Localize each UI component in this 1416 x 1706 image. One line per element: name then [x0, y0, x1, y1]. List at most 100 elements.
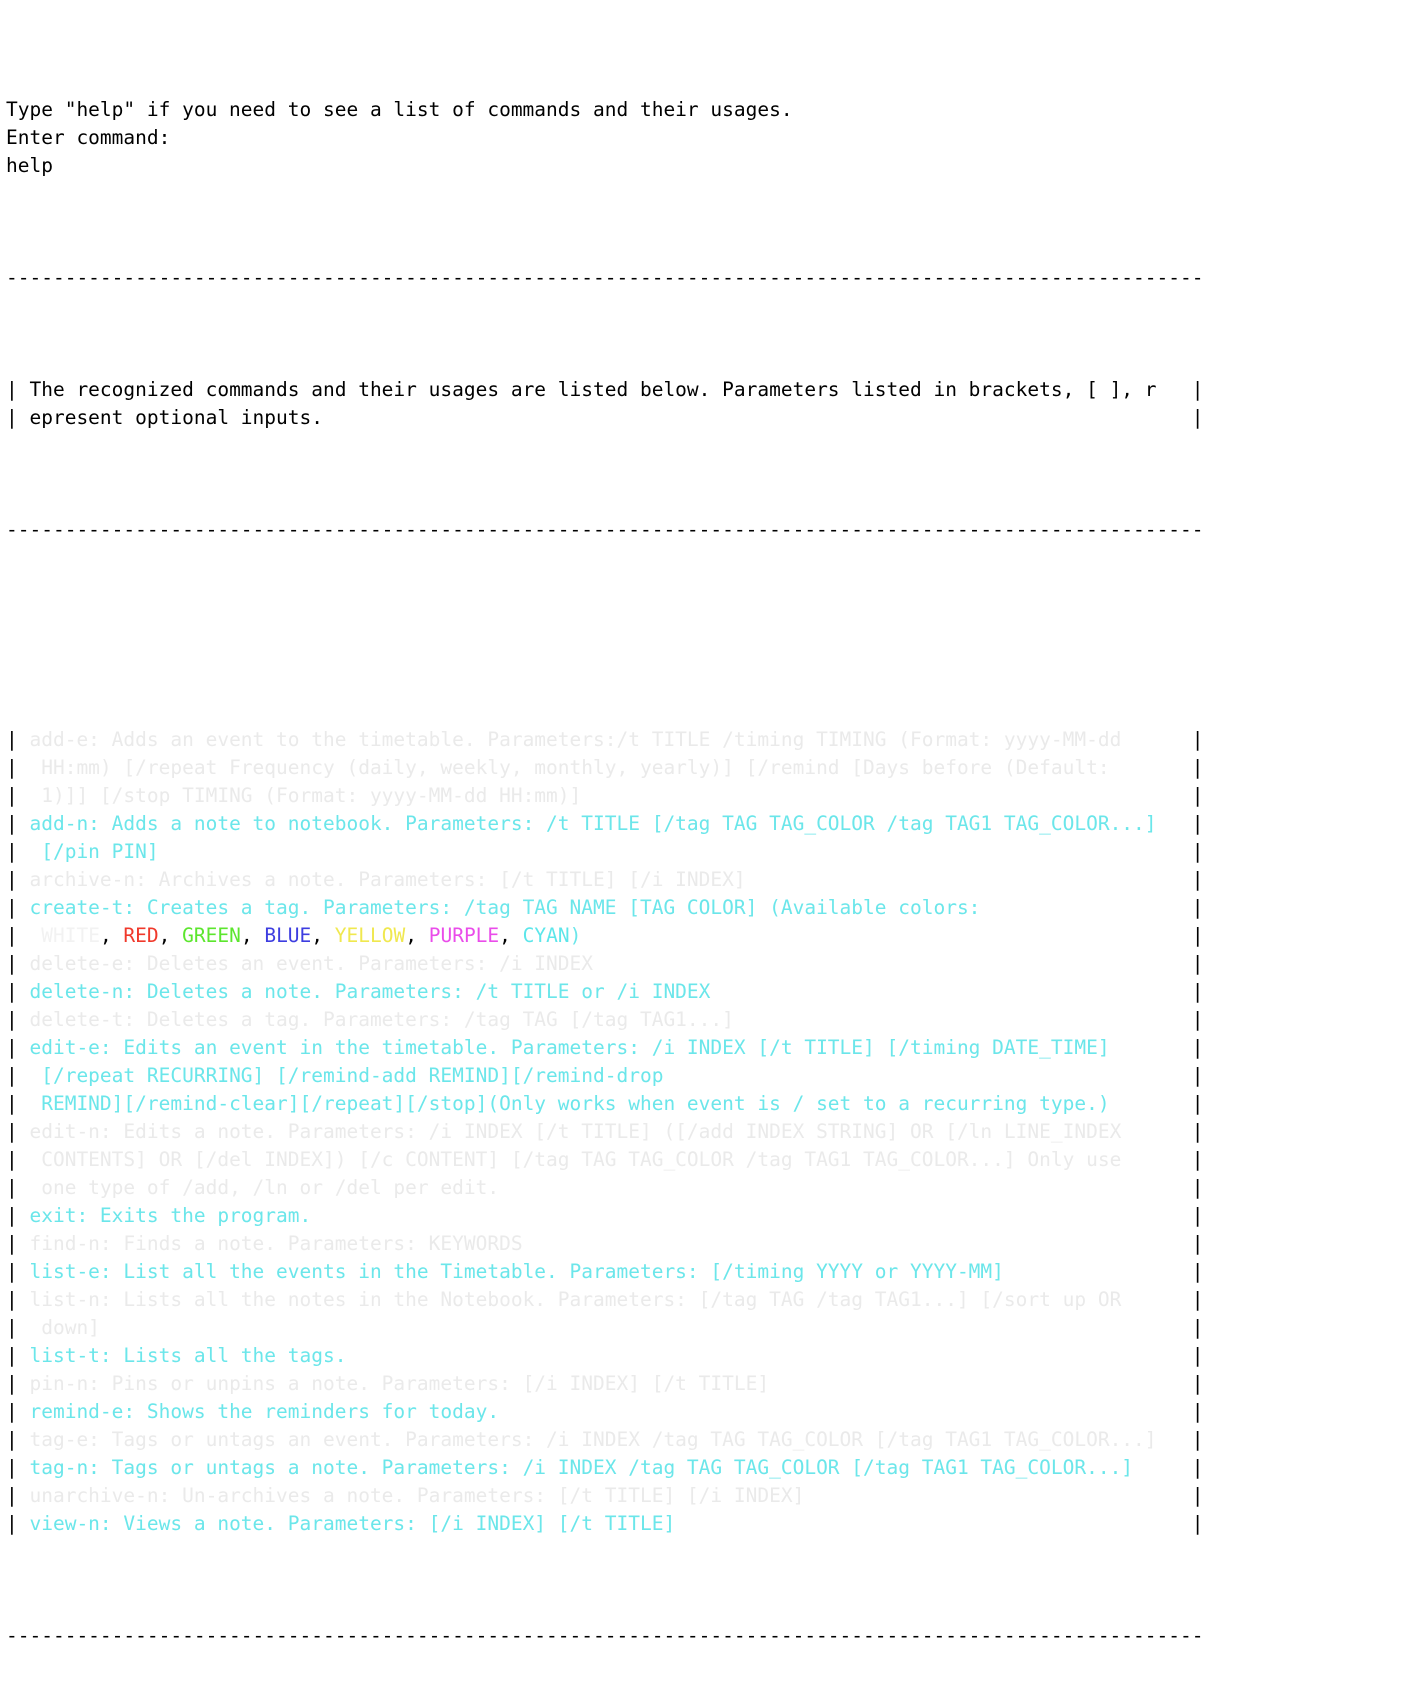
right-pipe: | — [1191, 1008, 1204, 1031]
color-separator: , — [311, 924, 335, 947]
command-line[interactable]: | add-n: Adds a note to notebook. Parame… — [6, 810, 1416, 838]
command-line[interactable]: | WHITE, RED, GREEN, BLUE, YELLOW, PURPL… — [6, 922, 1416, 950]
command-line[interactable]: | REMIND][/remind-clear][/repeat][/stop]… — [6, 1090, 1416, 1118]
right-pipe: | — [1191, 980, 1204, 1003]
right-pipe: | — [1191, 1484, 1204, 1507]
left-pipe: | — [6, 840, 30, 863]
command-line[interactable]: | exit: Exits the program. | — [6, 1202, 1416, 1230]
command-line[interactable]: | pin-n: Pins or unpins a note. Paramete… — [6, 1370, 1416, 1398]
tag-color-blue: BLUE — [264, 924, 312, 947]
right-pipe: | — [1191, 1148, 1204, 1171]
command-line[interactable]: | down] | — [6, 1314, 1416, 1342]
command-line[interactable]: | [/pin PIN] | — [6, 838, 1416, 866]
command-line[interactable]: | unarchive-n: Un-archives a note. Param… — [6, 1482, 1416, 1510]
command-line[interactable]: | delete-e: Deletes an event. Parameters… — [6, 950, 1416, 978]
left-pipe: | — [6, 1288, 30, 1311]
command-text: archive-n: Archives a note. Parameters: … — [29, 868, 746, 891]
command-text: pin-n: Pins or unpins a note. Parameters… — [29, 1372, 770, 1395]
command-line[interactable]: | CONTENTS] OR [/del INDEX]) [/c CONTENT… — [6, 1146, 1416, 1174]
command-line[interactable]: | archive-n: Archives a note. Parameters… — [6, 866, 1416, 894]
command-line[interactable]: | list-n: Lists all the notes in the Not… — [6, 1286, 1416, 1314]
right-pipe: | — [1191, 1232, 1204, 1255]
header-box-text: The recognized commands and their usages… — [29, 378, 1192, 401]
command-line[interactable]: | find-n: Finds a note. Parameters: KEYW… — [6, 1230, 1416, 1258]
command-line[interactable]: | [/repeat RECURRING] [/remind-add REMIN… — [6, 1062, 1416, 1090]
command-line[interactable]: | view-n: Views a note. Parameters: [/i … — [6, 1510, 1416, 1538]
divider-bottom: ----------------------------------------… — [6, 1624, 1204, 1647]
right-pipe: | — [1191, 924, 1204, 947]
command-text: list-n: Lists all the notes in the Noteb… — [29, 1288, 1122, 1311]
right-pipe: | — [1191, 756, 1204, 779]
left-pipe: | — [6, 1316, 30, 1339]
color-separator: , — [405, 924, 429, 947]
left-pipe: | — [6, 1036, 30, 1059]
right-pipe: | — [1191, 406, 1204, 429]
command-line[interactable]: | delete-n: Deletes a note. Parameters: … — [6, 978, 1416, 1006]
command-line[interactable]: | tag-n: Tags or untags a note. Paramete… — [6, 1454, 1416, 1482]
prompt-text: Type "help" if you need to see a list of… — [6, 98, 793, 121]
left-pipe: | — [6, 1484, 30, 1507]
tag-color-white: WHITE — [41, 924, 100, 947]
command-text: list-t: Lists all the tags. — [29, 1344, 347, 1367]
header-box: | The recognized commands and their usag… — [6, 376, 1416, 432]
left-pipe: | — [6, 896, 30, 919]
command-list: | add-e: Adds an event to the timetable.… — [6, 726, 1416, 1538]
command-text: exit: Exits the program. — [29, 1204, 312, 1227]
right-pipe: | — [1191, 378, 1204, 401]
left-pipe: | — [6, 952, 30, 975]
command-text: add-e: Adds an event to the timetable. P… — [29, 728, 1122, 751]
tag-color-cyan: CYAN — [522, 924, 570, 947]
command-line[interactable]: | edit-e: Edits an event in the timetabl… — [6, 1034, 1416, 1062]
command-text: edit-n: Edits a note. Parameters: /i IND… — [29, 1120, 1122, 1143]
tag-color-red: RED — [123, 924, 159, 947]
command-line[interactable]: | list-t: Lists all the tags. | — [6, 1342, 1416, 1370]
command-line[interactable]: | 1)]] [/stop TIMING (Format: yyyy-MM-dd… — [6, 782, 1416, 810]
color-separator: , — [99, 924, 124, 947]
command-line[interactable]: | one type of /add, /ln or /del per edit… — [6, 1174, 1416, 1202]
right-pipe: | — [1191, 1260, 1204, 1283]
left-pipe: | — [6, 378, 30, 401]
left-pipe: | — [6, 1120, 30, 1143]
left-pipe: | — [6, 756, 30, 779]
left-pipe: | — [6, 1344, 30, 1367]
right-pipe: | — [1191, 1064, 1204, 1087]
command-line[interactable]: | create-t: Creates a tag. Parameters: /… — [6, 894, 1416, 922]
terminal-output: Type "help" if you need to see a list of… — [0, 0, 1416, 1706]
command-text: edit-e: Edits an event in the timetable.… — [29, 1036, 1110, 1059]
right-pipe: | — [1191, 1176, 1204, 1199]
tag-color-green: GREEN — [182, 924, 241, 947]
command-text: CONTENTS] OR [/del INDEX]) [/c CONTENT] … — [29, 1148, 1122, 1171]
left-pipe: | — [6, 1512, 30, 1535]
right-pipe: | — [1191, 1512, 1204, 1535]
right-pipe: | — [1191, 1428, 1204, 1451]
command-text: add-n: Adds a note to notebook. Paramete… — [29, 812, 1157, 835]
left-pipe: | — [6, 1400, 30, 1423]
divider-top: ----------------------------------------… — [6, 266, 1204, 289]
left-pipe: | — [6, 1176, 30, 1199]
command-line[interactable]: | HH:mm) [/repeat Frequency (daily, week… — [6, 754, 1416, 782]
left-pipe: | — [6, 812, 30, 835]
right-pipe: | — [1191, 812, 1204, 835]
command-text: view-n: Views a note. Parameters: [/i IN… — [29, 1512, 676, 1535]
command-text: list-e: List all the events in the Timet… — [29, 1260, 1004, 1283]
color-line-prefix — [29, 924, 41, 947]
command-line[interactable]: | edit-n: Edits a note. Parameters: /i I… — [6, 1118, 1416, 1146]
command-text: REMIND][/remind-clear][/repeat][/stop](O… — [29, 1092, 1110, 1115]
right-pipe: | — [1191, 1456, 1204, 1479]
prompt-text: Enter command: — [6, 126, 171, 149]
command-text: tag-n: Tags or untags a note. Parameters… — [29, 1456, 1134, 1479]
command-line[interactable]: | add-e: Adds an event to the timetable.… — [6, 726, 1416, 754]
left-pipe: | — [6, 1428, 30, 1451]
command-line[interactable]: | tag-e: Tags or untags an event. Parame… — [6, 1426, 1416, 1454]
command-text: one type of /add, /ln or /del per edit. — [29, 1176, 500, 1199]
right-pipe: | — [1191, 868, 1204, 891]
command-line[interactable]: | delete-t: Deletes a tag. Parameters: /… — [6, 1006, 1416, 1034]
right-pipe: | — [1191, 784, 1204, 807]
right-pipe: | — [1191, 840, 1204, 863]
command-line[interactable]: | list-e: List all the events in the Tim… — [6, 1258, 1416, 1286]
right-pipe: | — [1191, 1092, 1204, 1115]
right-pipe: | — [1191, 1288, 1204, 1311]
left-pipe: | — [6, 406, 30, 429]
command-text: [/pin PIN] — [29, 840, 159, 863]
command-line[interactable]: | remind-e: Shows the reminders for toda… — [6, 1398, 1416, 1426]
